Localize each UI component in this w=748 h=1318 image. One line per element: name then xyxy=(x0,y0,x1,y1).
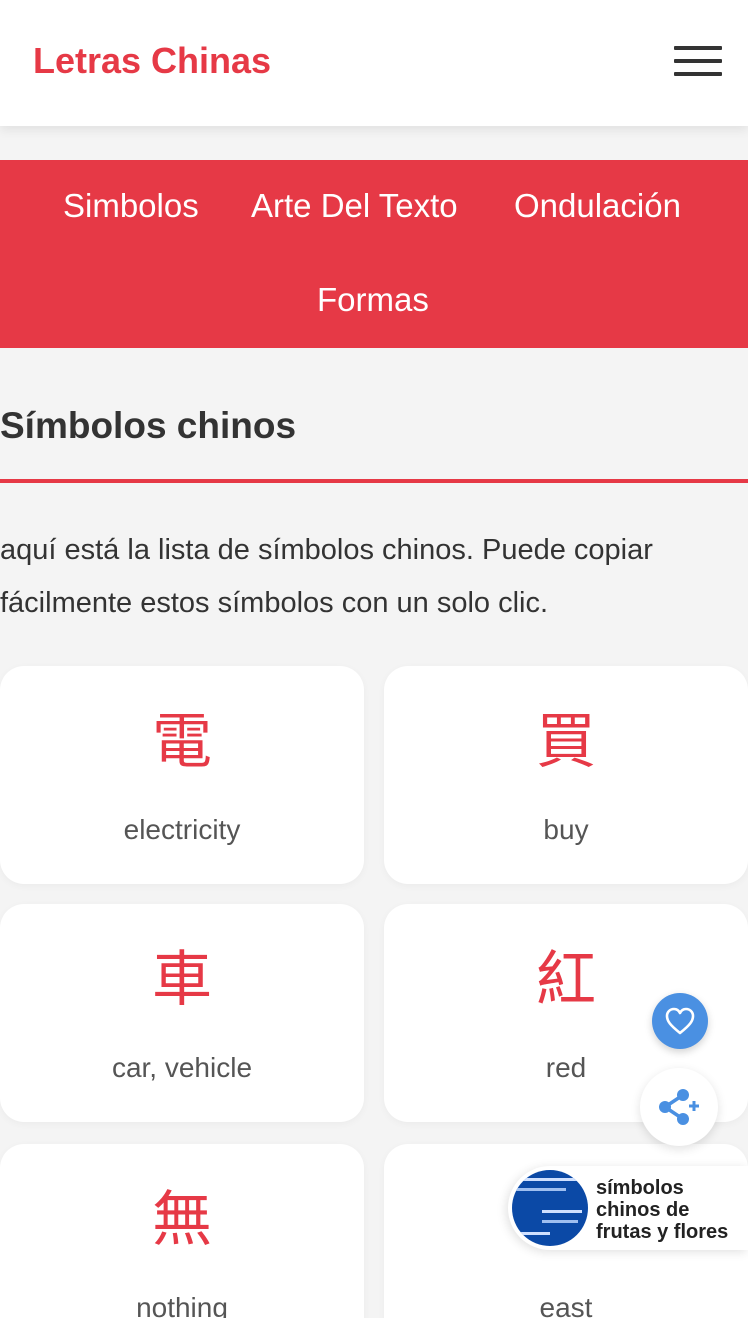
symbol-card[interactable]: 買 buy xyxy=(384,666,748,884)
symbol-card[interactable]: 車 car, vehicle xyxy=(0,904,364,1122)
nav-item-simbolos[interactable]: Simbolos xyxy=(63,186,199,226)
symbol-glyph: 電 xyxy=(152,707,212,777)
site-header: Letras Chinas xyxy=(0,0,748,126)
nav-item-arte-del-texto[interactable]: Arte Del Texto xyxy=(251,186,458,226)
symbol-card[interactable]: 無 nothing xyxy=(0,1144,364,1318)
favorite-button[interactable] xyxy=(652,993,708,1049)
promo-link[interactable]: símbolos chinos de frutas y flores xyxy=(508,1166,748,1250)
symbol-meaning: car, vehicle xyxy=(111,1052,253,1083)
menu-bar xyxy=(674,59,722,63)
symbol-meaning: nothing xyxy=(136,1292,228,1318)
promo-thumbnail xyxy=(512,1170,588,1246)
symbol-glyph: 車 xyxy=(152,945,212,1015)
symbol-glyph: 買 xyxy=(536,707,596,777)
symbol-meaning: buy xyxy=(543,814,589,845)
site-logo[interactable]: Letras Chinas xyxy=(33,40,271,82)
page-title: Símbolos chinos xyxy=(0,405,297,446)
share-icon xyxy=(659,1089,699,1125)
symbol-glyph: 無 xyxy=(152,1185,212,1255)
symbol-card[interactable]: 電 electricity xyxy=(0,666,364,884)
symbol-meaning: electricity xyxy=(123,814,241,845)
heart-icon xyxy=(665,1007,695,1035)
menu-bar xyxy=(674,46,722,50)
share-button[interactable] xyxy=(640,1068,718,1146)
nav-item-formas[interactable]: Formas xyxy=(317,280,429,320)
promo-text: símbolos chinos de frutas y flores xyxy=(596,1177,729,1243)
hamburger-menu-icon[interactable] xyxy=(674,46,722,76)
nav-item-ondulacion[interactable]: Ondulación xyxy=(514,186,681,226)
symbol-meaning: east xyxy=(539,1292,593,1318)
title-divider xyxy=(0,479,748,483)
main-nav: Simbolos Arte Del Texto Ondulación Forma… xyxy=(0,160,748,348)
intro-text: aquí está la lista de símbolos chinos. P… xyxy=(0,534,653,619)
menu-bar xyxy=(674,72,722,76)
